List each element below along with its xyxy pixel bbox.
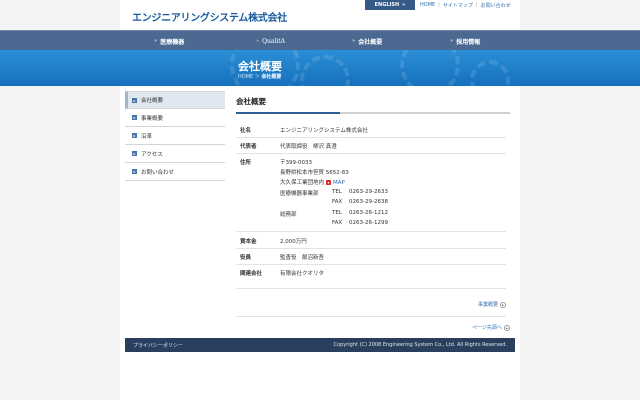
top-links: HOME | サイトマップ | お問い合わせ (420, 2, 511, 9)
copyright: Copyright (C) 2008 Engineering System Co… (333, 342, 507, 348)
next-page-label: 事業概要 (478, 302, 499, 308)
arrow-right-icon: ▸ (500, 301, 507, 308)
postal-code: 〒399-0033 (280, 160, 312, 166)
rep-label: 代表者 (240, 144, 257, 150)
nav-item-label: 会社概要 (358, 38, 383, 46)
gear-decoration (470, 60, 510, 86)
bullet-icon: ▸ (132, 97, 137, 103)
div1-fax: 0263-29-2638 (349, 199, 388, 205)
chevron-right-icon: » (450, 38, 454, 44)
main-content: 会社概要 社名 エンジニアリングシステム株式会社 代表者 代表取締役 柳沢 真澄… (236, 96, 510, 331)
nav-item-label: QualitA (262, 37, 286, 45)
row-divider (236, 137, 506, 138)
chevron-right-icon: » (154, 38, 158, 44)
sidebar-item-label: 会社概要 (141, 98, 164, 104)
chevron-right-icon: » (256, 38, 260, 44)
officer-label: 役員 (240, 255, 252, 261)
english-button-label: ENGLISH (374, 2, 400, 8)
div1-fax-label: FAX (332, 199, 343, 205)
gear-decoration (400, 50, 460, 86)
nav-item-medical[interactable]: » 医療機器 (154, 31, 184, 51)
breadcrumb-current: 会社概要 (261, 74, 282, 80)
sidebar-item-company[interactable]: ▸ 会社概要 (125, 91, 225, 109)
bullet-icon: ▸ (132, 115, 137, 120)
nav-item-qualita[interactable]: » QualitA (256, 31, 285, 51)
pagetop-label: ページ先頭へ (472, 325, 502, 331)
sidebar-item-contact[interactable]: ▸ お問い合わせ (125, 163, 225, 181)
sidebar-item-label: 事業概要 (141, 115, 164, 122)
separator: | (475, 2, 478, 8)
sidebar-item-label: 沿革 (141, 133, 153, 140)
section-divider (236, 288, 506, 289)
nav-item-company[interactable]: » 会社概要 (352, 31, 382, 51)
row-divider (236, 248, 506, 249)
page-title: 会社概要 (238, 60, 282, 73)
bullet-icon: ▸ (132, 169, 137, 174)
company-label: 社名 (240, 128, 252, 134)
capital-label: 資本金 (240, 239, 257, 245)
bullet-icon: ▸ (132, 151, 137, 156)
row-divider (236, 264, 506, 265)
page-banner: 会社概要 HOME ＞ 会社概要 (0, 50, 640, 86)
separator: | (438, 2, 440, 8)
pagetop-link[interactable]: ページ先頭へ ▴ (472, 324, 510, 331)
sidebar-item-label: アクセス (141, 151, 163, 158)
footer: プライバシーポリシー Copyright (C) 2008 Engineerin… (125, 338, 515, 352)
div2-name: 総務部 (280, 212, 297, 218)
div1-tel: 0263-29-2633 (349, 189, 388, 195)
nav-item-label: 医療機器 (160, 38, 185, 46)
contact-link[interactable]: お問い合わせ (481, 2, 511, 9)
company-value: エンジニアリングシステム株式会社 (280, 128, 368, 134)
div2-tel: 0263-26-1212 (349, 210, 388, 216)
company-logo[interactable]: エンジニアリングシステム株式会社 (132, 9, 287, 24)
section-divider (236, 316, 506, 317)
map-link[interactable]: MAP (333, 180, 345, 186)
section-title: 会社概要 (236, 96, 510, 114)
address-line-1: 長野県松本市笹賀 5652-83 (280, 170, 349, 176)
sidebar-item-history[interactable]: ▸ 沿革 (125, 127, 225, 145)
global-nav: » 医療機器 » QualitA » 会社概要 » 採用情報 (0, 30, 640, 50)
related-label: 関連会社 (240, 271, 263, 277)
english-arrow-icon: » (402, 2, 406, 8)
div2-tel-line: 総務部 TEL 0263-26-1212 (280, 210, 388, 218)
sidebar: ▸ 会社概要 ▸ 事業概要 ▸ 沿革 ▸ アクセス ▸ お問い合わせ (125, 91, 225, 181)
address-line-2-text: 大久保工業団地内 (280, 180, 325, 186)
sidebar-item-business[interactable]: ▸ 事業概要 (125, 109, 225, 127)
privacy-link[interactable]: プライバシーポリシー (133, 342, 183, 349)
div2-fax-label: FAX (332, 220, 343, 226)
breadcrumb-home[interactable]: HOME (238, 74, 253, 80)
next-page-link[interactable]: 事業概要 ▸ (478, 301, 507, 308)
row-divider (236, 153, 506, 154)
sitemap-link[interactable]: サイトマップ (443, 2, 473, 9)
div2-tel-label: TEL (332, 210, 342, 216)
div1-name: 医療機器事業部 (280, 191, 319, 197)
breadcrumb: HOME ＞ 会社概要 (238, 73, 281, 80)
capital-value: 2,000万円 (280, 239, 307, 245)
nav-item-recruit[interactable]: » 採用情報 (450, 31, 480, 51)
div2-fax: 0263-26-1299 (349, 220, 388, 226)
english-button[interactable]: ENGLISH » (365, 0, 415, 10)
address-label: 住所 (240, 160, 252, 166)
address-line-2: 大久保工業団地内 ▾ MAP (280, 178, 345, 186)
row-divider (236, 231, 506, 232)
bullet-icon: ▸ (132, 133, 137, 138)
home-link[interactable]: HOME (420, 2, 435, 9)
map-pin-icon: ▾ (326, 180, 332, 185)
div1-tel-line: 医療機器事業部 TEL 0263-29-2633 (280, 189, 388, 197)
chevron-right-icon: » (352, 38, 356, 44)
div1-tel-label: TEL (332, 189, 342, 195)
related-company-link[interactable]: 有限会社クオリタ (280, 269, 324, 277)
rep-value: 代表取締役 柳沢 真澄 (280, 144, 337, 150)
sidebar-item-label: お問い合わせ (141, 169, 175, 176)
arrow-up-icon: ▴ (503, 324, 510, 331)
officer-value: 監査役 飯沼新吾 (280, 255, 325, 261)
breadcrumb-separator: ＞ (254, 74, 260, 80)
sidebar-item-access[interactable]: ▸ アクセス (125, 145, 225, 163)
gear-decoration (300, 55, 350, 86)
nav-item-label: 採用情報 (456, 38, 481, 46)
